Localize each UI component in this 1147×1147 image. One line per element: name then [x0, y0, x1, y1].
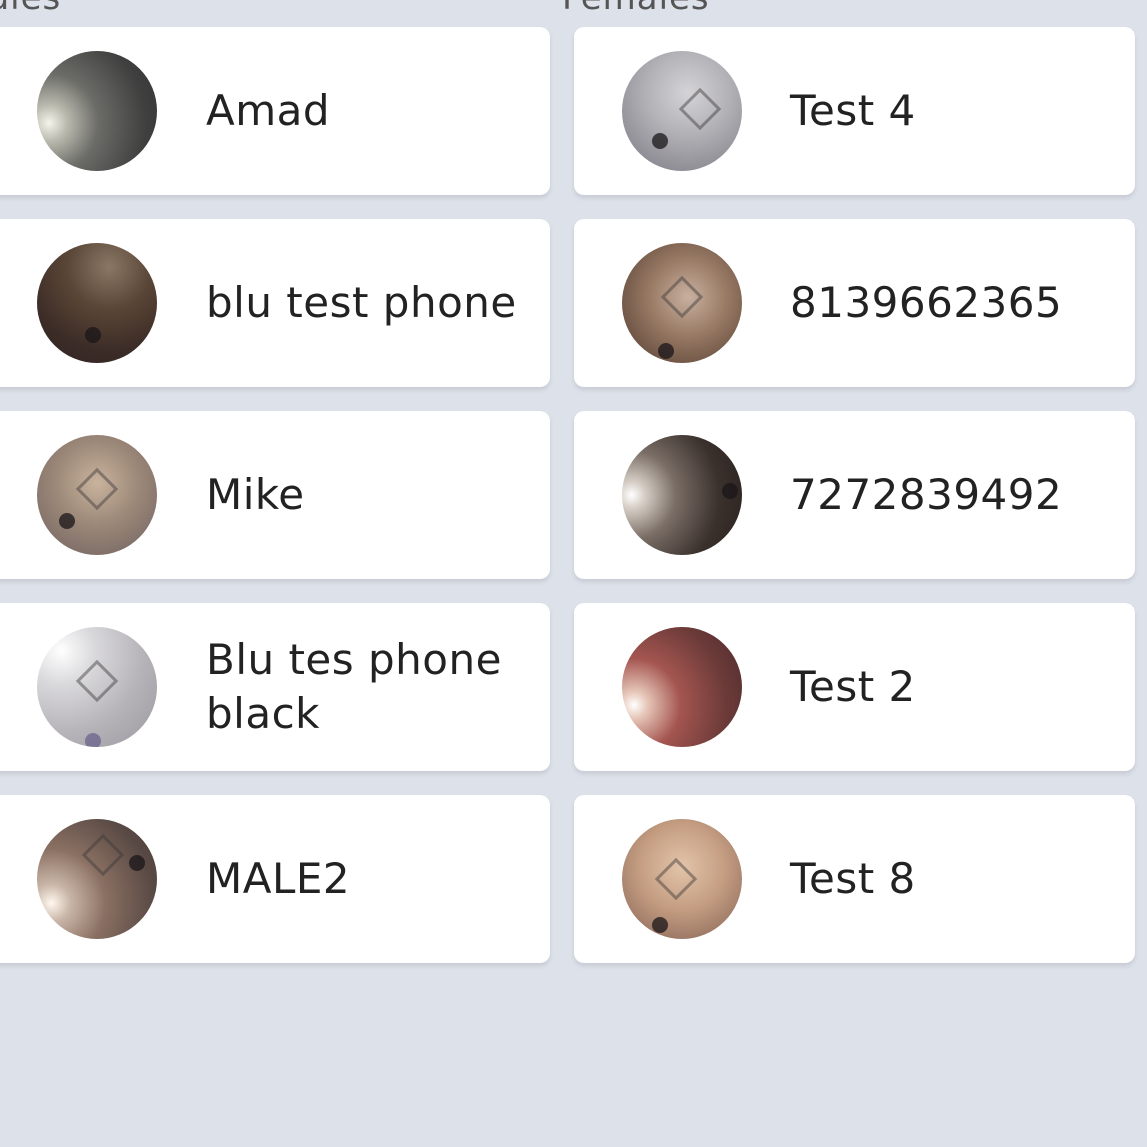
female-profile-card[interactable]: Test 8	[574, 795, 1135, 963]
avatar	[622, 819, 742, 939]
avatar	[37, 819, 157, 939]
profile-name: 7272839492	[790, 470, 1063, 519]
avatar	[622, 51, 742, 171]
profile-name: Test 4	[790, 86, 916, 135]
profile-name: MALE2	[206, 854, 351, 903]
avatar	[622, 627, 742, 747]
avatar	[37, 627, 157, 747]
male-profile-card[interactable]: MALE2	[0, 795, 550, 963]
profile-name: blu test phone	[206, 278, 517, 327]
profile-list-page: Males Females Amad blu test phone Mike B…	[0, 0, 1147, 1147]
male-profile-card[interactable]: Mike	[0, 411, 550, 579]
profile-name: Mike	[206, 470, 305, 519]
female-profile-card[interactable]: Test 4	[574, 27, 1135, 195]
avatar	[37, 435, 157, 555]
avatar	[37, 243, 157, 363]
profile-name: Test 2	[790, 662, 916, 711]
profile-name: Amad	[206, 86, 331, 135]
male-profile-card[interactable]: Blu tes phone black	[0, 603, 550, 771]
profile-name: Test 8	[790, 854, 916, 903]
profile-name: 8139662365	[790, 278, 1063, 327]
avatar	[622, 435, 742, 555]
profile-name: Blu tes phone black	[206, 635, 502, 738]
female-profile-card[interactable]: 7272839492	[574, 411, 1135, 579]
avatar	[622, 243, 742, 363]
male-profile-card[interactable]: blu test phone	[0, 219, 550, 387]
male-profile-card[interactable]: Amad	[0, 27, 550, 195]
female-profile-card[interactable]: Test 2	[574, 603, 1135, 771]
males-column-header: Males	[0, 0, 61, 18]
female-profile-card[interactable]: 8139662365	[574, 219, 1135, 387]
females-column-header: Females	[562, 0, 710, 18]
avatar	[37, 51, 157, 171]
